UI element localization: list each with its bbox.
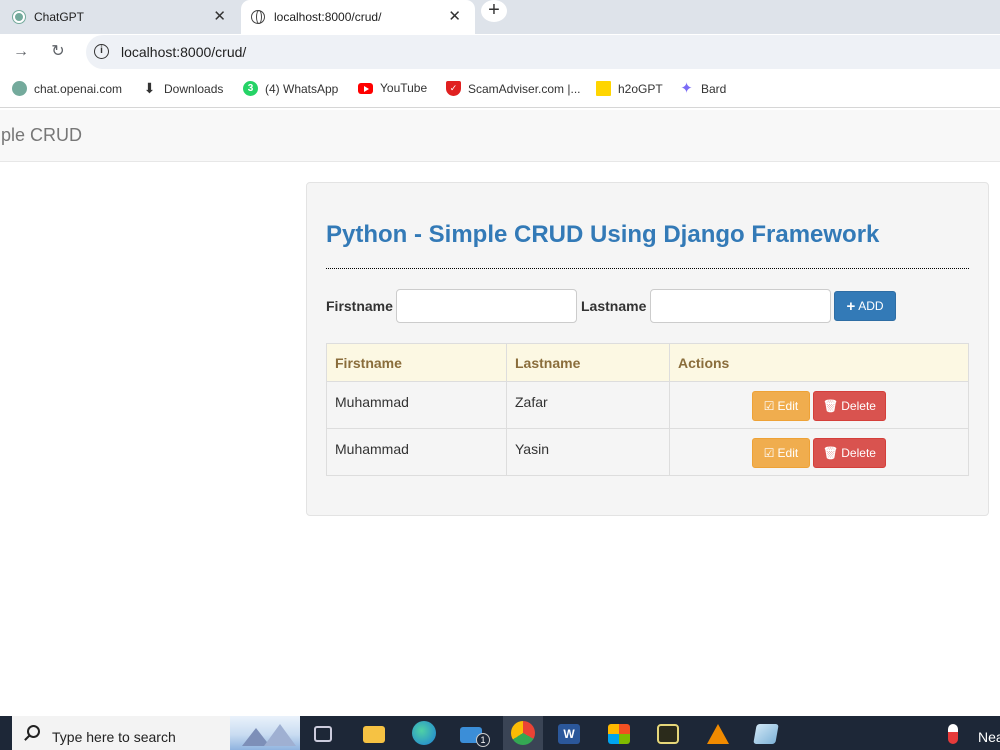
firstname-label: Firstname	[326, 298, 393, 314]
youtube-icon	[358, 82, 373, 94]
bookmark-label: YouTube	[380, 81, 428, 95]
taskbar-search-box[interactable]: Type here to search	[12, 716, 300, 750]
bookmark-label: (4) WhatsApp	[265, 81, 339, 96]
bookmark-label: Bard	[701, 81, 727, 96]
openai-icon	[13, 11, 25, 23]
mail-badge: 1	[476, 733, 490, 747]
column-header-lastname: Lastname	[506, 343, 670, 382]
cell-lastname: Zafar	[506, 381, 670, 429]
edit-button[interactable]: ☑ Edit	[752, 391, 810, 421]
download-icon: ⬇	[143, 80, 156, 96]
forward-icon[interactable]: →	[10, 41, 32, 63]
tab-title: ChatGPT	[34, 10, 85, 24]
table-row: Muhammad Zafar ☑ Edit 🗑 Delete	[326, 381, 969, 429]
cell-firstname: Muhammad	[326, 428, 507, 476]
close-icon[interactable]: ✕	[213, 9, 226, 25]
mail-icon[interactable]: 1	[460, 727, 490, 747]
bookmark-chatgpt[interactable]: chat.openai.com	[12, 81, 122, 96]
reload-icon[interactable]: ↻	[47, 41, 69, 63]
lastname-label: Lastname	[581, 298, 647, 314]
edit-icon: ☑	[763, 446, 775, 460]
search-placeholder: Type here to search	[52, 729, 176, 745]
bookmark-downloads[interactable]: ⬇ Downloads	[142, 80, 224, 96]
bookmark-label: Downloads	[164, 81, 224, 96]
weather-icon[interactable]	[948, 724, 958, 744]
close-icon[interactable]: ✕	[448, 9, 461, 25]
bookmark-h2ogpt[interactable]: h2oGPT	[596, 81, 663, 96]
app-navbar: mple CRUD	[0, 110, 1000, 162]
whatsapp-icon: 3	[243, 81, 258, 96]
search-icon	[27, 725, 40, 738]
chrome-icon[interactable]	[511, 721, 535, 745]
search-highlight-image	[230, 716, 300, 750]
cell-actions: ☑ Edit 🗑 Delete	[669, 428, 969, 476]
divider	[326, 268, 969, 269]
navbar-brand[interactable]: mple CRUD	[0, 125, 82, 146]
delete-button-label: Delete	[841, 446, 876, 460]
browser-toolbar: → ↻ i localhost:8000/crud/	[0, 34, 1000, 70]
lastname-input[interactable]	[650, 289, 831, 323]
cell-lastname: Yasin	[506, 428, 670, 476]
column-header-actions: Actions	[669, 343, 969, 382]
app-icon[interactable]	[657, 724, 679, 744]
windows-taskbar: Type here to search 1 W Nea	[0, 716, 1000, 750]
edit-icon: ☑	[763, 399, 775, 413]
openai-icon	[12, 81, 27, 96]
store-icon[interactable]	[608, 724, 630, 744]
add-button[interactable]: + ADD	[834, 291, 896, 321]
bookmark-label: ScamAdviser.com |...	[468, 81, 581, 96]
bookmark-label: h2oGPT	[618, 81, 663, 96]
file-explorer-icon[interactable]	[363, 726, 385, 743]
tab-title: localhost:8000/crud/	[274, 10, 382, 24]
add-button-label: ADD	[858, 299, 884, 313]
notepad-icon[interactable]	[753, 724, 779, 744]
table-header-row: Firstname Lastname Actions	[326, 343, 969, 382]
edge-icon[interactable]	[412, 721, 436, 745]
delete-button[interactable]: 🗑 Delete	[813, 438, 886, 468]
trash-icon: 🗑	[823, 446, 839, 460]
plus-icon: +	[846, 297, 856, 315]
new-tab-button[interactable]: +	[481, 0, 507, 22]
bookmark-youtube[interactable]: YouTube	[358, 81, 427, 95]
weather-text: Nea	[978, 729, 1000, 745]
trash-icon: 🗑	[823, 399, 839, 413]
address-bar[interactable]: i localhost:8000/crud/	[86, 35, 1000, 69]
scamadviser-icon: ✓	[446, 81, 461, 96]
h2ogpt-icon	[596, 81, 611, 96]
bard-icon: ✦	[680, 80, 693, 97]
column-header-firstname: Firstname	[326, 343, 507, 382]
edit-button-label: Edit	[777, 446, 799, 460]
info-icon[interactable]: i	[94, 44, 109, 59]
cell-firstname: Muhammad	[326, 381, 507, 429]
browser-tabstrip: ChatGPT ✕ localhost:8000/crud/ ✕ +	[0, 0, 1000, 34]
members-table: Firstname Lastname Actions Muhammad Zafa…	[326, 343, 969, 476]
bookmark-scamadviser[interactable]: ✓ ScamAdviser.com |...	[446, 81, 580, 96]
bookmark-whatsapp[interactable]: 3 (4) WhatsApp	[243, 81, 338, 96]
edit-button[interactable]: ☑ Edit	[752, 438, 810, 468]
page-title: Python - Simple CRUD Using Django Framew…	[326, 221, 880, 248]
firstname-input[interactable]	[396, 289, 577, 323]
globe-icon	[251, 10, 265, 24]
bookmark-bard[interactable]: ✦ Bard	[679, 81, 726, 96]
cell-actions: ☑ Edit 🗑 Delete	[669, 381, 969, 429]
tab-chatgpt[interactable]: ChatGPT ✕	[0, 0, 240, 34]
edit-button-label: Edit	[777, 399, 799, 413]
bookmarks-bar: chat.openai.com ⬇ Downloads 3 (4) WhatsA…	[0, 70, 1000, 108]
word-icon[interactable]: W	[558, 724, 580, 744]
table-row: Muhammad Yasin ☑ Edit 🗑 Delete	[326, 428, 969, 476]
vlc-icon[interactable]	[707, 724, 729, 744]
bookmark-label: chat.openai.com	[34, 81, 123, 96]
url-text[interactable]: localhost:8000/crud/	[121, 44, 246, 60]
tab-localhost-crud[interactable]: localhost:8000/crud/ ✕	[241, 0, 475, 34]
task-view-icon[interactable]	[314, 726, 332, 742]
delete-button[interactable]: 🗑 Delete	[813, 391, 886, 421]
crud-panel: Python - Simple CRUD Using Django Framew…	[306, 182, 989, 516]
delete-button-label: Delete	[841, 399, 876, 413]
